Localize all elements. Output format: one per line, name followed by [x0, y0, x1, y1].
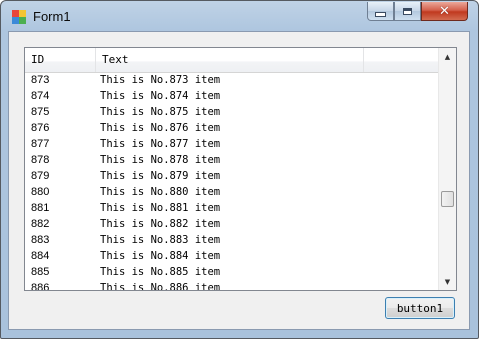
item-id: 873: [31, 74, 50, 86]
item-id: 884: [31, 250, 50, 262]
item-text: This is No.879 item: [100, 170, 221, 182]
item-id: 881: [31, 202, 50, 214]
column-header-filler[interactable]: [364, 48, 439, 72]
item-text: This is No.885 item: [100, 266, 221, 278]
title-bar[interactable]: Form1 ✕: [1, 1, 478, 31]
item-text: This is No.876 item: [100, 122, 221, 134]
list-item[interactable]: 884 This is No.884 item: [25, 248, 439, 264]
minimize-icon: [375, 11, 386, 17]
item-text: This is No.883 item: [100, 234, 221, 246]
list-item[interactable]: 878 This is No.878 item: [25, 152, 439, 168]
list-item[interactable]: 873 This is No.873 item: [25, 72, 439, 88]
item-text: This is No.886 item: [100, 282, 221, 290]
item-id: 882: [31, 218, 50, 230]
item-text: This is No.884 item: [100, 250, 221, 262]
app-icon-quadrant: [19, 10, 26, 17]
item-id: 879: [31, 170, 50, 182]
list-item[interactable]: 881 This is No.881 item: [25, 200, 439, 216]
app-icon-quadrant: [12, 17, 19, 24]
list-item[interactable]: 874 This is No.874 item: [25, 88, 439, 104]
scroll-up-arrow-icon[interactable]: ▲: [439, 48, 456, 65]
form-app-icon[interactable]: [12, 10, 26, 24]
scrollbar-thumb[interactable]: [441, 191, 454, 207]
item-text: This is No.877 item: [100, 138, 221, 150]
item-text: This is No.878 item: [100, 154, 221, 166]
app-icon-quadrant: [12, 10, 19, 17]
list-item[interactable]: 876 This is No.876 item: [25, 120, 439, 136]
column-header-text[interactable]: Text: [96, 48, 364, 72]
item-text: This is No.873 item: [100, 74, 221, 86]
maximize-icon: [403, 7, 412, 15]
list-item[interactable]: 879 This is No.879 item: [25, 168, 439, 184]
item-id: 885: [31, 266, 50, 278]
maximize-button[interactable]: [394, 2, 421, 21]
minimize-button[interactable]: [367, 2, 394, 21]
list-item[interactable]: 886 This is No.886 item: [25, 280, 439, 290]
item-text: This is No.881 item: [100, 202, 221, 214]
item-text: This is No.874 item: [100, 90, 221, 102]
list-header: ID Text: [25, 48, 439, 73]
list-item[interactable]: 883 This is No.883 item: [25, 232, 439, 248]
item-id: 874: [31, 90, 50, 102]
list-item[interactable]: 885 This is No.885 item: [25, 264, 439, 280]
item-id: 876: [31, 122, 50, 134]
button1[interactable]: button1: [385, 297, 455, 319]
item-id: 886: [31, 282, 50, 290]
window-title: Form1: [33, 9, 71, 24]
list-item[interactable]: 882 This is No.882 item: [25, 216, 439, 232]
client-area: ID Text 873 This is No.873 item 874 This…: [8, 31, 470, 330]
item-id: 878: [31, 154, 50, 166]
app-icon-quadrant: [19, 17, 26, 24]
item-id: 880: [31, 186, 50, 198]
column-header-id[interactable]: ID: [25, 48, 96, 72]
list-item[interactable]: 875 This is No.875 item: [25, 104, 439, 120]
list-view[interactable]: ID Text 873 This is No.873 item 874 This…: [24, 47, 457, 291]
form1-window: Form1 ✕ ID Text 873 This is No.873 item: [0, 0, 479, 339]
list-item[interactable]: 877 This is No.877 item: [25, 136, 439, 152]
item-text: This is No.880 item: [100, 186, 221, 198]
close-icon: ✕: [439, 3, 450, 19]
list-body: 873 This is No.873 item 874 This is No.8…: [25, 72, 439, 290]
item-id: 877: [31, 138, 50, 150]
item-id: 883: [31, 234, 50, 246]
vertical-scrollbar[interactable]: ▲ ▼: [438, 48, 456, 290]
item-id: 875: [31, 106, 50, 118]
item-text: This is No.875 item: [100, 106, 221, 118]
list-item[interactable]: 880 This is No.880 item: [25, 184, 439, 200]
item-text: This is No.882 item: [100, 218, 221, 230]
close-button[interactable]: ✕: [421, 2, 468, 21]
scroll-down-arrow-icon[interactable]: ▼: [439, 273, 456, 290]
